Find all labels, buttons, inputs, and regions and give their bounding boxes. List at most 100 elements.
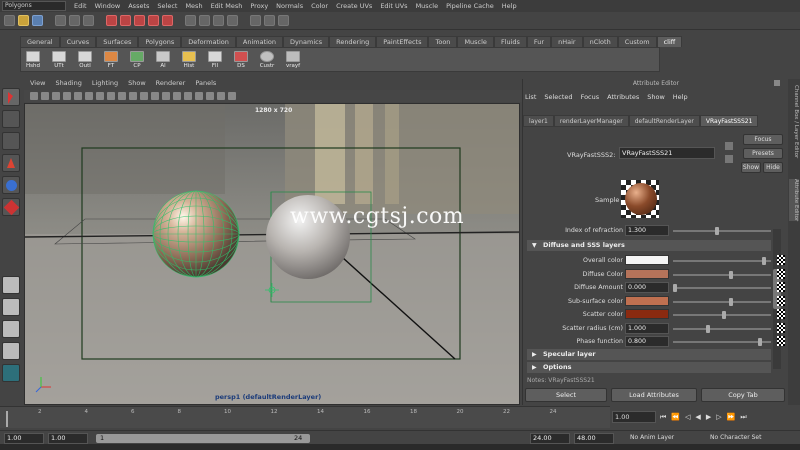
ae-menu-help[interactable]: Help xyxy=(673,93,688,101)
color-swatch[interactable] xyxy=(625,255,669,265)
panel-menu-shading[interactable]: Shading xyxy=(55,79,81,89)
tab-polygons[interactable]: Polygons xyxy=(138,36,182,47)
shelf-button-cp[interactable]: CP xyxy=(127,51,147,69)
tab-fur[interactable]: Fur xyxy=(526,36,552,47)
menu-muscle[interactable]: Muscle xyxy=(416,2,439,10)
mode-selector[interactable]: Polygons xyxy=(2,1,66,11)
tab-curves[interactable]: Curves xyxy=(59,36,97,47)
tab-custom[interactable]: Custom xyxy=(617,36,657,47)
shadows-icon[interactable] xyxy=(206,92,214,100)
hide-button[interactable]: Hide xyxy=(763,162,783,173)
menu-assets[interactable]: Assets xyxy=(128,2,149,10)
end-time-field[interactable]: 48.00 xyxy=(574,433,614,444)
lights-icon[interactable] xyxy=(195,92,203,100)
tab-animation[interactable]: Animation xyxy=(235,36,284,47)
go-to-end-icon[interactable]: ⏭ xyxy=(740,413,746,422)
value-field[interactable]: 0.800 xyxy=(625,336,669,347)
menu-pipeline-cache[interactable]: Pipeline Cache xyxy=(446,2,494,10)
menu-mesh[interactable]: Mesh xyxy=(185,2,202,10)
value-field[interactable]: 1.000 xyxy=(625,322,669,334)
current-time-marker[interactable] xyxy=(6,411,8,427)
attr-slider[interactable] xyxy=(673,284,771,292)
layout-single-icon[interactable] xyxy=(2,276,20,294)
ae-tab-defaultrenderlayer[interactable]: defaultRenderLayer xyxy=(628,115,700,127)
color-swatch[interactable] xyxy=(625,295,669,306)
ae-menu-focus[interactable]: Focus xyxy=(581,93,600,101)
select-tool-icon[interactable] xyxy=(2,88,20,106)
shelf-button-fll[interactable]: Fll xyxy=(205,51,225,69)
anim-layer-label[interactable]: No Anim Layer xyxy=(630,434,674,441)
menu-select[interactable]: Select xyxy=(157,2,177,10)
shelf-button-hist[interactable]: Hist xyxy=(179,51,199,69)
panel-menu-view[interactable]: View xyxy=(30,79,45,89)
show-button[interactable]: Show xyxy=(741,162,761,173)
section-specular[interactable]: ▶ Specular layer xyxy=(527,349,771,360)
layout-four-icon[interactable] xyxy=(2,298,20,316)
safe-action-icon[interactable] xyxy=(129,92,137,100)
xray-icon[interactable] xyxy=(228,92,236,100)
layout-two-icon[interactable] xyxy=(2,320,20,338)
menu-color[interactable]: Color xyxy=(311,2,328,10)
wireframe-icon[interactable] xyxy=(151,92,159,100)
panel-menu-panels[interactable]: Panels xyxy=(195,79,216,89)
current-frame-field[interactable]: 1.00 xyxy=(612,411,656,423)
film-gate-icon[interactable] xyxy=(85,92,93,100)
attr-slider[interactable] xyxy=(673,270,771,279)
resolution-gate-icon[interactable] xyxy=(96,92,104,100)
panel-menu-show[interactable]: Show xyxy=(128,79,146,89)
tab-attribute-editor[interactable]: Attribute Editor xyxy=(789,179,799,222)
shelf-button-vrayf[interactable]: vrayf xyxy=(283,51,303,69)
range-bar[interactable] xyxy=(96,434,310,443)
shelf-button-ft[interactable]: FT xyxy=(101,51,121,69)
snap-curve-icon[interactable] xyxy=(120,15,131,26)
tab-toon[interactable]: Toon xyxy=(428,36,458,47)
layout-graph-icon[interactable] xyxy=(2,364,20,382)
presets-button[interactable]: Presets xyxy=(743,148,783,159)
map-button-icon[interactable] xyxy=(777,322,785,333)
menu-normals[interactable]: Normals xyxy=(276,2,303,10)
go-to-start-icon[interactable]: ⏮ xyxy=(660,413,666,422)
camera-attributes-icon[interactable] xyxy=(41,92,49,100)
gate-mask-icon[interactable] xyxy=(107,92,115,100)
input-connection-icon[interactable] xyxy=(725,142,733,150)
menu-create-uvs[interactable]: Create UVs xyxy=(336,2,372,10)
tab-cliff[interactable]: cliff xyxy=(656,36,683,47)
section-options[interactable]: ▶ Options xyxy=(527,362,771,373)
play-forward-icon[interactable]: ▶ xyxy=(706,413,711,421)
paint-select-tool-icon[interactable] xyxy=(2,132,20,150)
menu-edit-uvs[interactable]: Edit UVs xyxy=(380,2,407,10)
tab-ncloth[interactable]: nCloth xyxy=(582,36,618,47)
slider-knob[interactable] xyxy=(762,257,767,265)
attr-slider[interactable] xyxy=(673,257,771,265)
play-backward-icon[interactable]: ◀ xyxy=(695,413,700,421)
attr-slider[interactable] xyxy=(673,324,771,333)
menu-help[interactable]: Help xyxy=(502,2,517,10)
close-icon[interactable] xyxy=(774,80,780,86)
history-icon[interactable] xyxy=(185,15,196,26)
map-button-icon[interactable] xyxy=(777,282,785,292)
slider-knob[interactable] xyxy=(729,297,734,306)
ae-tab-renderlayermanager[interactable]: renderLayerManager xyxy=(553,115,629,127)
panel-menu-lighting[interactable]: Lighting xyxy=(92,79,118,89)
shelf-button-outl[interactable]: Outl xyxy=(75,51,95,69)
shelf-button-al[interactable]: Al xyxy=(153,51,173,69)
section-diffuse-sss[interactable]: ▼ Diffuse and SSS layers xyxy=(527,240,771,251)
character-set-label[interactable]: No Character Set xyxy=(710,434,761,441)
map-button-icon[interactable] xyxy=(777,336,785,346)
attr-slider[interactable] xyxy=(673,297,771,306)
map-button-icon[interactable] xyxy=(777,268,785,279)
new-scene-icon[interactable] xyxy=(4,15,15,26)
isolate-select-icon[interactable] xyxy=(217,92,225,100)
ae-menu-selected[interactable]: Selected xyxy=(544,93,572,101)
shelf-button-custr[interactable]: Custr xyxy=(257,51,277,69)
command-line[interactable] xyxy=(0,444,800,450)
grid-toggle-icon[interactable] xyxy=(74,92,82,100)
menu-window[interactable]: Window xyxy=(95,2,121,10)
tab-general[interactable]: General xyxy=(20,36,60,47)
time-slider[interactable]: 2 4 6 8 10 12 14 16 18 20 22 24 xyxy=(0,406,610,428)
color-swatch[interactable] xyxy=(625,309,669,319)
wireframe-on-shaded-icon[interactable] xyxy=(173,92,181,100)
camera-select-icon[interactable] xyxy=(30,92,38,100)
slider-knob[interactable] xyxy=(673,284,677,292)
output-connection-icon[interactable] xyxy=(725,155,733,163)
